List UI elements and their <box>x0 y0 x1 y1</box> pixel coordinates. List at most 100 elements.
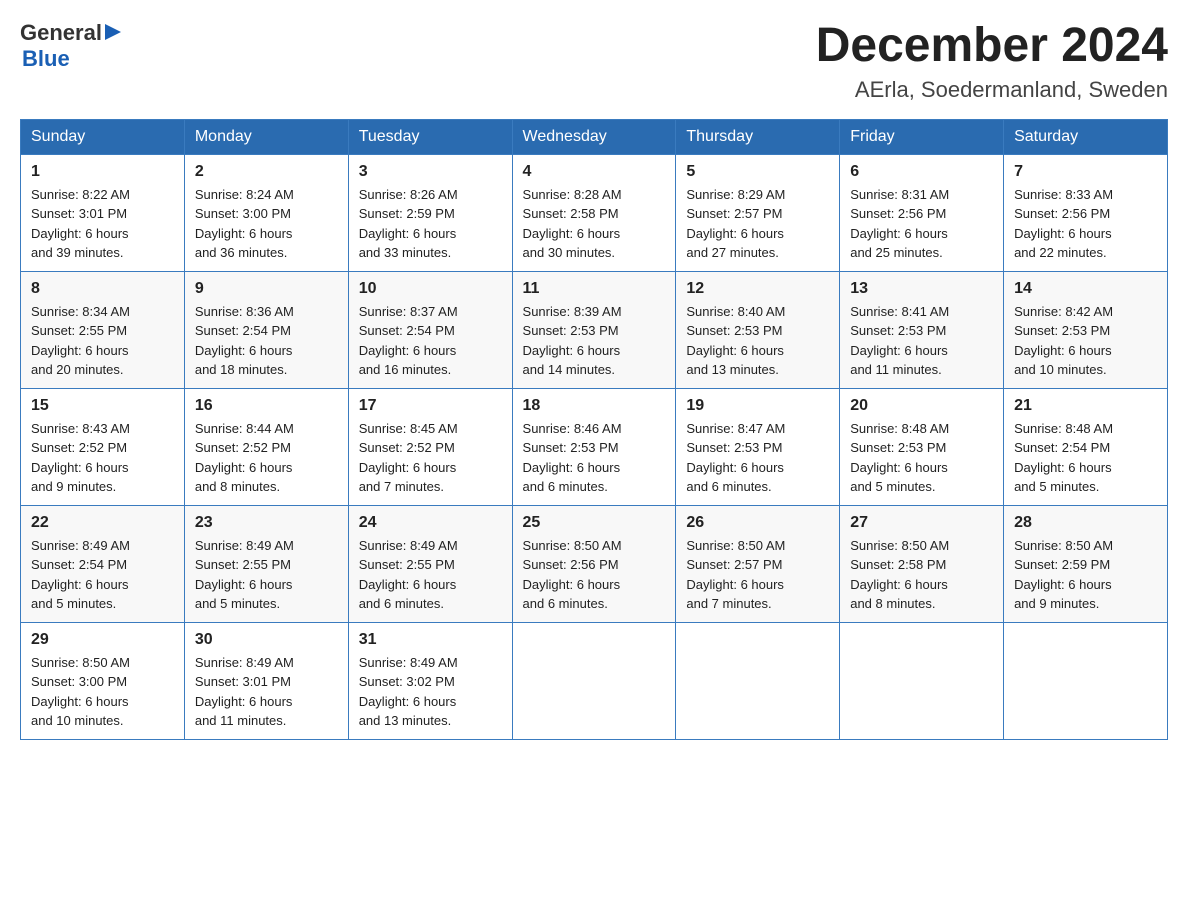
week-row-2: 8 Sunrise: 8:34 AM Sunset: 2:55 PM Dayli… <box>21 271 1168 388</box>
day-number: 17 <box>359 397 502 415</box>
day-cell-18: 18 Sunrise: 8:46 AM Sunset: 2:53 PM Dayl… <box>512 388 676 505</box>
day-cell-14: 14 Sunrise: 8:42 AM Sunset: 2:53 PM Dayl… <box>1004 271 1168 388</box>
day-info: Sunrise: 8:29 AM Sunset: 2:57 PM Dayligh… <box>686 185 829 263</box>
day-number: 31 <box>359 631 502 649</box>
weekday-header-wednesday: Wednesday <box>512 119 676 154</box>
weekday-header-thursday: Thursday <box>676 119 840 154</box>
day-info: Sunrise: 8:49 AM Sunset: 3:02 PM Dayligh… <box>359 653 502 731</box>
day-cell-16: 16 Sunrise: 8:44 AM Sunset: 2:52 PM Dayl… <box>184 388 348 505</box>
day-number: 22 <box>31 514 174 532</box>
day-cell-21: 21 Sunrise: 8:48 AM Sunset: 2:54 PM Dayl… <box>1004 388 1168 505</box>
day-info: Sunrise: 8:50 AM Sunset: 2:59 PM Dayligh… <box>1014 536 1157 614</box>
day-cell-11: 11 Sunrise: 8:39 AM Sunset: 2:53 PM Dayl… <box>512 271 676 388</box>
day-number: 5 <box>686 163 829 181</box>
day-cell-5: 5 Sunrise: 8:29 AM Sunset: 2:57 PM Dayli… <box>676 154 840 271</box>
day-info: Sunrise: 8:22 AM Sunset: 3:01 PM Dayligh… <box>31 185 174 263</box>
day-number: 10 <box>359 280 502 298</box>
week-row-3: 15 Sunrise: 8:43 AM Sunset: 2:52 PM Dayl… <box>21 388 1168 505</box>
day-number: 9 <box>195 280 338 298</box>
day-info: Sunrise: 8:44 AM Sunset: 2:52 PM Dayligh… <box>195 419 338 497</box>
day-cell-4: 4 Sunrise: 8:28 AM Sunset: 2:58 PM Dayli… <box>512 154 676 271</box>
day-info: Sunrise: 8:47 AM Sunset: 2:53 PM Dayligh… <box>686 419 829 497</box>
day-info: Sunrise: 8:48 AM Sunset: 2:54 PM Dayligh… <box>1014 419 1157 497</box>
weekday-header-row: SundayMondayTuesdayWednesdayThursdayFrid… <box>21 119 1168 154</box>
logo-general-text: General <box>20 21 102 45</box>
day-cell-28: 28 Sunrise: 8:50 AM Sunset: 2:59 PM Dayl… <box>1004 505 1168 622</box>
day-info: Sunrise: 8:24 AM Sunset: 3:00 PM Dayligh… <box>195 185 338 263</box>
weekday-header-tuesday: Tuesday <box>348 119 512 154</box>
day-number: 15 <box>31 397 174 415</box>
day-cell-13: 13 Sunrise: 8:41 AM Sunset: 2:53 PM Dayl… <box>840 271 1004 388</box>
empty-cell <box>512 622 676 739</box>
day-cell-6: 6 Sunrise: 8:31 AM Sunset: 2:56 PM Dayli… <box>840 154 1004 271</box>
day-cell-25: 25 Sunrise: 8:50 AM Sunset: 2:56 PM Dayl… <box>512 505 676 622</box>
day-cell-26: 26 Sunrise: 8:50 AM Sunset: 2:57 PM Dayl… <box>676 505 840 622</box>
day-cell-15: 15 Sunrise: 8:43 AM Sunset: 2:52 PM Dayl… <box>21 388 185 505</box>
day-cell-23: 23 Sunrise: 8:49 AM Sunset: 2:55 PM Dayl… <box>184 505 348 622</box>
calendar-subtitle: AErla, Soedermanland, Sweden <box>816 77 1168 103</box>
day-cell-12: 12 Sunrise: 8:40 AM Sunset: 2:53 PM Dayl… <box>676 271 840 388</box>
day-cell-17: 17 Sunrise: 8:45 AM Sunset: 2:52 PM Dayl… <box>348 388 512 505</box>
day-info: Sunrise: 8:45 AM Sunset: 2:52 PM Dayligh… <box>359 419 502 497</box>
empty-cell <box>1004 622 1168 739</box>
day-number: 6 <box>850 163 993 181</box>
day-cell-31: 31 Sunrise: 8:49 AM Sunset: 3:02 PM Dayl… <box>348 622 512 739</box>
day-info: Sunrise: 8:28 AM Sunset: 2:58 PM Dayligh… <box>523 185 666 263</box>
day-number: 13 <box>850 280 993 298</box>
day-info: Sunrise: 8:50 AM Sunset: 3:00 PM Dayligh… <box>31 653 174 731</box>
day-info: Sunrise: 8:39 AM Sunset: 2:53 PM Dayligh… <box>523 302 666 380</box>
day-cell-10: 10 Sunrise: 8:37 AM Sunset: 2:54 PM Dayl… <box>348 271 512 388</box>
day-number: 12 <box>686 280 829 298</box>
day-info: Sunrise: 8:49 AM Sunset: 2:54 PM Dayligh… <box>31 536 174 614</box>
weekday-header-saturday: Saturday <box>1004 119 1168 154</box>
day-number: 16 <box>195 397 338 415</box>
day-number: 24 <box>359 514 502 532</box>
day-number: 3 <box>359 163 502 181</box>
day-number: 2 <box>195 163 338 181</box>
day-info: Sunrise: 8:26 AM Sunset: 2:59 PM Dayligh… <box>359 185 502 263</box>
day-cell-7: 7 Sunrise: 8:33 AM Sunset: 2:56 PM Dayli… <box>1004 154 1168 271</box>
day-cell-9: 9 Sunrise: 8:36 AM Sunset: 2:54 PM Dayli… <box>184 271 348 388</box>
weekday-header-friday: Friday <box>840 119 1004 154</box>
day-number: 27 <box>850 514 993 532</box>
day-info: Sunrise: 8:50 AM Sunset: 2:58 PM Dayligh… <box>850 536 993 614</box>
day-info: Sunrise: 8:49 AM Sunset: 3:01 PM Dayligh… <box>195 653 338 731</box>
day-info: Sunrise: 8:40 AM Sunset: 2:53 PM Dayligh… <box>686 302 829 380</box>
empty-cell <box>676 622 840 739</box>
day-number: 19 <box>686 397 829 415</box>
week-row-4: 22 Sunrise: 8:49 AM Sunset: 2:54 PM Dayl… <box>21 505 1168 622</box>
day-info: Sunrise: 8:48 AM Sunset: 2:53 PM Dayligh… <box>850 419 993 497</box>
day-number: 21 <box>1014 397 1157 415</box>
title-area: December 2024 AErla, Soedermanland, Swed… <box>816 20 1168 103</box>
day-cell-1: 1 Sunrise: 8:22 AM Sunset: 3:01 PM Dayli… <box>21 154 185 271</box>
day-cell-30: 30 Sunrise: 8:49 AM Sunset: 3:01 PM Dayl… <box>184 622 348 739</box>
day-info: Sunrise: 8:43 AM Sunset: 2:52 PM Dayligh… <box>31 419 174 497</box>
calendar-table: SundayMondayTuesdayWednesdayThursdayFrid… <box>20 119 1168 740</box>
weekday-header-sunday: Sunday <box>21 119 185 154</box>
day-info: Sunrise: 8:36 AM Sunset: 2:54 PM Dayligh… <box>195 302 338 380</box>
week-row-1: 1 Sunrise: 8:22 AM Sunset: 3:01 PM Dayli… <box>21 154 1168 271</box>
day-cell-19: 19 Sunrise: 8:47 AM Sunset: 2:53 PM Dayl… <box>676 388 840 505</box>
day-info: Sunrise: 8:49 AM Sunset: 2:55 PM Dayligh… <box>359 536 502 614</box>
day-number: 28 <box>1014 514 1157 532</box>
day-info: Sunrise: 8:49 AM Sunset: 2:55 PM Dayligh… <box>195 536 338 614</box>
logo-arrow-icon <box>105 22 125 42</box>
day-info: Sunrise: 8:50 AM Sunset: 2:56 PM Dayligh… <box>523 536 666 614</box>
day-number: 20 <box>850 397 993 415</box>
day-number: 18 <box>523 397 666 415</box>
day-number: 7 <box>1014 163 1157 181</box>
day-number: 25 <box>523 514 666 532</box>
day-number: 1 <box>31 163 174 181</box>
day-cell-20: 20 Sunrise: 8:48 AM Sunset: 2:53 PM Dayl… <box>840 388 1004 505</box>
day-number: 29 <box>31 631 174 649</box>
logo-blue-text: Blue <box>22 47 125 71</box>
day-cell-3: 3 Sunrise: 8:26 AM Sunset: 2:59 PM Dayli… <box>348 154 512 271</box>
day-number: 23 <box>195 514 338 532</box>
day-number: 8 <box>31 280 174 298</box>
day-info: Sunrise: 8:50 AM Sunset: 2:57 PM Dayligh… <box>686 536 829 614</box>
calendar-title: December 2024 <box>816 20 1168 73</box>
empty-cell <box>840 622 1004 739</box>
weekday-header-monday: Monday <box>184 119 348 154</box>
day-info: Sunrise: 8:46 AM Sunset: 2:53 PM Dayligh… <box>523 419 666 497</box>
week-row-5: 29 Sunrise: 8:50 AM Sunset: 3:00 PM Dayl… <box>21 622 1168 739</box>
